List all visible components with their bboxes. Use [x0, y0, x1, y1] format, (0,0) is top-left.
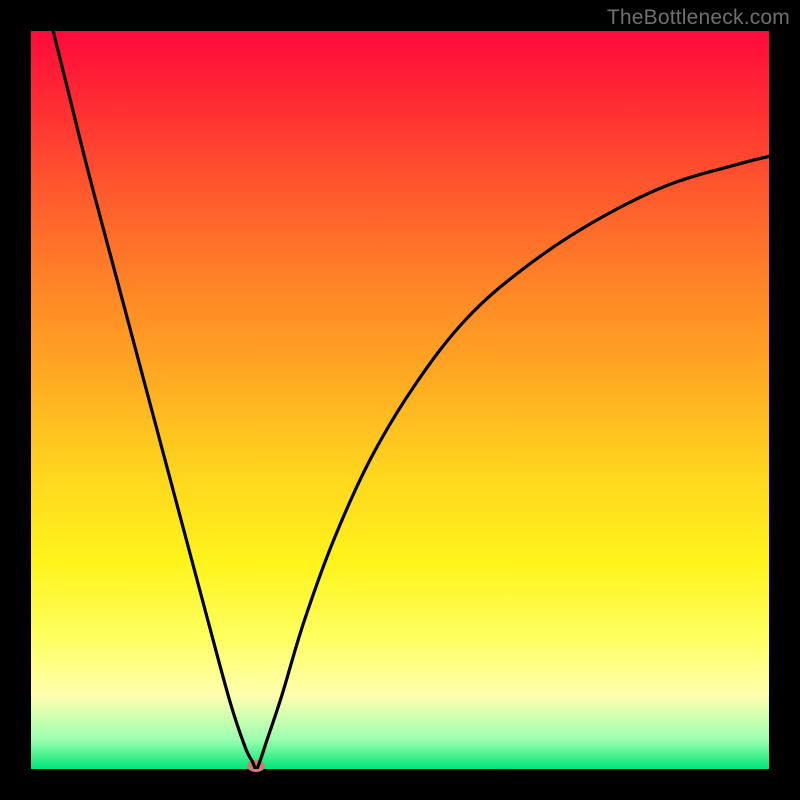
- curve-path: [53, 31, 769, 769]
- watermark-label: TheBottleneck.com: [607, 6, 790, 30]
- plot-area: [31, 31, 769, 769]
- bottleneck-curve: [31, 31, 769, 769]
- chart-frame: TheBottleneck.com: [0, 0, 800, 800]
